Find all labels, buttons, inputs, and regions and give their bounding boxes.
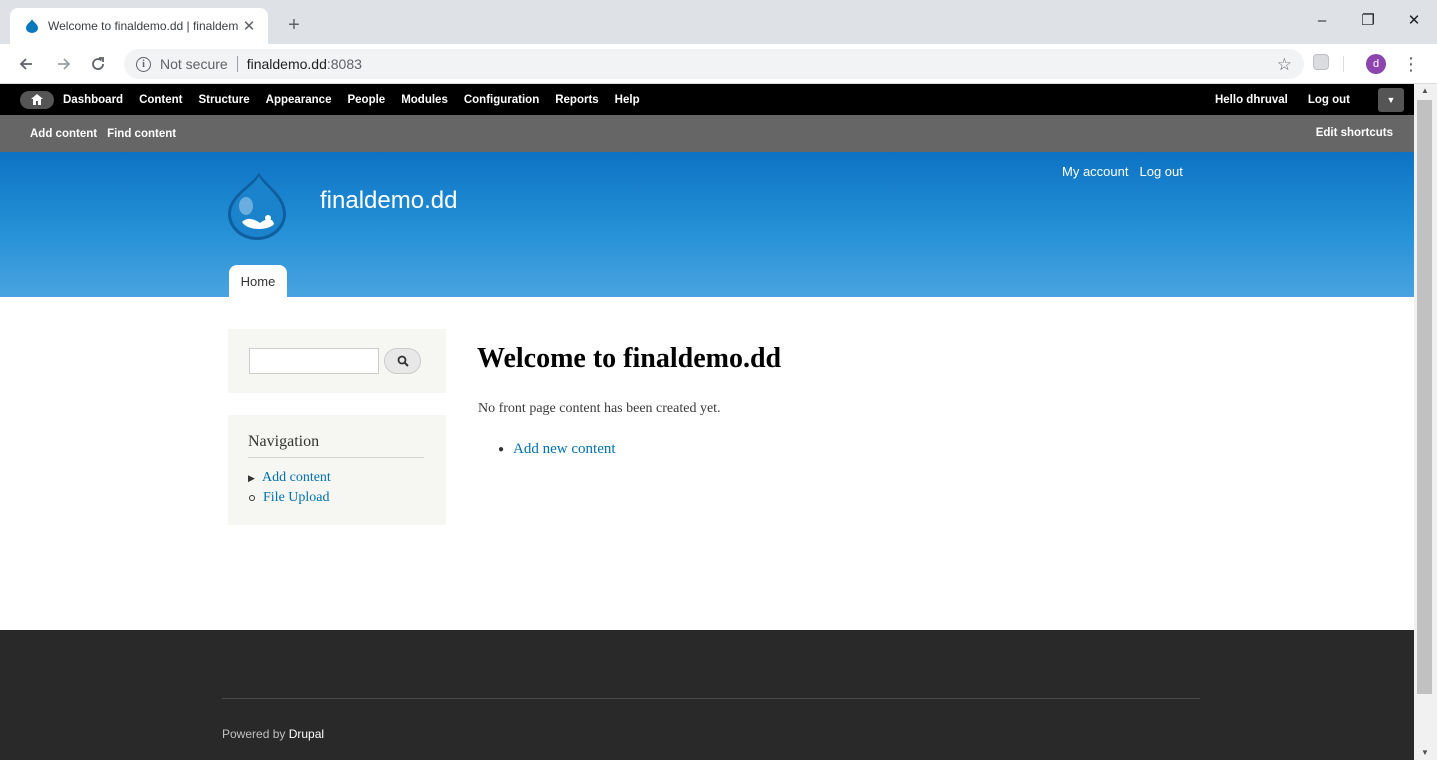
- extension-icon[interactable]: [1313, 54, 1329, 70]
- footer-divider: [222, 698, 1200, 699]
- toolbar-divider: [1343, 56, 1344, 72]
- site-footer: Powered by Drupal: [0, 630, 1414, 760]
- leaf-bullet-icon: [249, 495, 255, 501]
- admin-link-help[interactable]: Help: [615, 94, 640, 106]
- omnibox-divider: [236, 56, 238, 72]
- close-window-button[interactable]: ✕: [1391, 0, 1437, 40]
- admin-link-dashboard[interactable]: Dashboard: [63, 94, 123, 106]
- admin-link-content[interactable]: Content: [139, 94, 182, 106]
- nav-item-file-upload[interactable]: File Upload: [248, 490, 330, 506]
- url-port: :8083: [326, 56, 362, 72]
- powered-by: Powered by Drupal: [222, 727, 324, 741]
- secondary-menu: My account Log out: [1062, 164, 1194, 179]
- back-arrow-icon[interactable]: [14, 52, 38, 76]
- search-block: [228, 329, 446, 393]
- hello-prefix: Hello: [1214, 93, 1247, 106]
- edit-shortcuts-link[interactable]: Edit shortcuts: [1316, 127, 1393, 139]
- new-tab-button[interactable]: +: [282, 14, 306, 38]
- scrollbar-thumb[interactable]: [1417, 100, 1432, 694]
- admin-link-structure[interactable]: Structure: [199, 94, 250, 106]
- search-icon: [397, 355, 409, 367]
- window-controls: – ❐ ✕: [1299, 0, 1437, 44]
- navigation-block: Navigation ▶ Add content File Upload: [228, 415, 446, 525]
- nav-item-label[interactable]: File Upload: [263, 490, 330, 506]
- my-account-link[interactable]: My account: [1062, 164, 1128, 179]
- security-label: Not secure: [160, 56, 228, 72]
- add-new-content-link[interactable]: Add new content: [513, 441, 615, 458]
- shortcut-bar: Add content Find content Edit shortcuts: [0, 115, 1414, 152]
- search-button[interactable]: [384, 348, 421, 374]
- site-name[interactable]: finaldemo.dd: [320, 187, 457, 215]
- scroll-up-icon[interactable]: ▲: [1421, 86, 1429, 95]
- browser-tab[interactable]: Welcome to finaldemo.dd | finaldemo.dd ✕: [10, 8, 268, 44]
- scroll-down-icon[interactable]: ▼: [1421, 748, 1429, 757]
- tab-home[interactable]: Home: [229, 265, 287, 297]
- admin-home-icon[interactable]: [20, 90, 54, 109]
- search-input[interactable]: [249, 348, 379, 374]
- browser-tab-strip: Welcome to finaldemo.dd | finaldemo.dd ✕…: [0, 0, 1437, 44]
- forward-arrow-icon[interactable]: [52, 52, 76, 76]
- site-header: finaldemo.dd My account Log out Home: [0, 152, 1414, 297]
- profile-avatar[interactable]: d: [1366, 54, 1386, 74]
- add-new-content-item: ● Add new content: [498, 441, 616, 458]
- minimize-button[interactable]: –: [1299, 0, 1345, 40]
- shortcuts-toggle-icon[interactable]: ▼: [1378, 87, 1404, 112]
- collapsed-arrow-icon: ▶: [248, 472, 255, 483]
- nav-item-label[interactable]: Add content: [262, 470, 331, 486]
- header-logout-link[interactable]: Log out: [1139, 164, 1182, 179]
- admin-user-area: Hello dhruval Log out ▼: [1215, 84, 1414, 115]
- tab-title: Welcome to finaldemo.dd | finaldemo.dd: [48, 19, 238, 33]
- bookmark-star-icon[interactable]: ☆: [1277, 55, 1292, 75]
- page-title: Welcome to finaldemo.dd: [477, 343, 782, 374]
- front-page-message: No front page content has been created y…: [478, 401, 721, 416]
- username[interactable]: dhruval: [1246, 94, 1288, 106]
- admin-link-reports[interactable]: Reports: [555, 94, 598, 106]
- admin-link-modules[interactable]: Modules: [401, 94, 448, 106]
- admin-link-appearance[interactable]: Appearance: [266, 94, 332, 106]
- shortcut-find-content[interactable]: Find content: [107, 128, 176, 140]
- powered-by-prefix: Powered by: [222, 727, 289, 741]
- restore-button[interactable]: ❐: [1345, 0, 1391, 40]
- list-bullet-icon: ●: [498, 444, 505, 455]
- nav-item-add-content[interactable]: ▶ Add content: [248, 470, 331, 486]
- drupal-logo-icon[interactable]: [226, 172, 288, 240]
- shortcut-add-content[interactable]: Add content: [30, 128, 97, 140]
- navigation-title: Navigation: [248, 433, 424, 458]
- drupal-favicon-icon: [24, 18, 40, 34]
- admin-toolbar: Dashboard Content Structure Appearance P…: [0, 84, 1414, 115]
- info-icon[interactable]: i: [136, 56, 151, 72]
- admin-logout-link[interactable]: Log out: [1308, 94, 1350, 106]
- tab-close-icon[interactable]: ✕: [240, 17, 258, 35]
- hello-user: Hello dhruval: [1215, 94, 1288, 106]
- reload-icon[interactable]: [86, 52, 110, 76]
- address-bar[interactable]: i Not secure finaldemo.dd:8083 ☆: [124, 49, 1304, 79]
- admin-link-people[interactable]: People: [347, 94, 385, 106]
- browser-toolbar: i Not secure finaldemo.dd:8083 ☆: [0, 44, 1437, 84]
- drupal-link[interactable]: Drupal: [289, 727, 324, 741]
- admin-link-configuration[interactable]: Configuration: [464, 94, 539, 106]
- more-menu-icon[interactable]: ⋮: [1402, 52, 1420, 76]
- url-host: finaldemo.dd: [246, 56, 327, 72]
- page-scrollbar[interactable]: ▲ ▼: [1414, 84, 1437, 760]
